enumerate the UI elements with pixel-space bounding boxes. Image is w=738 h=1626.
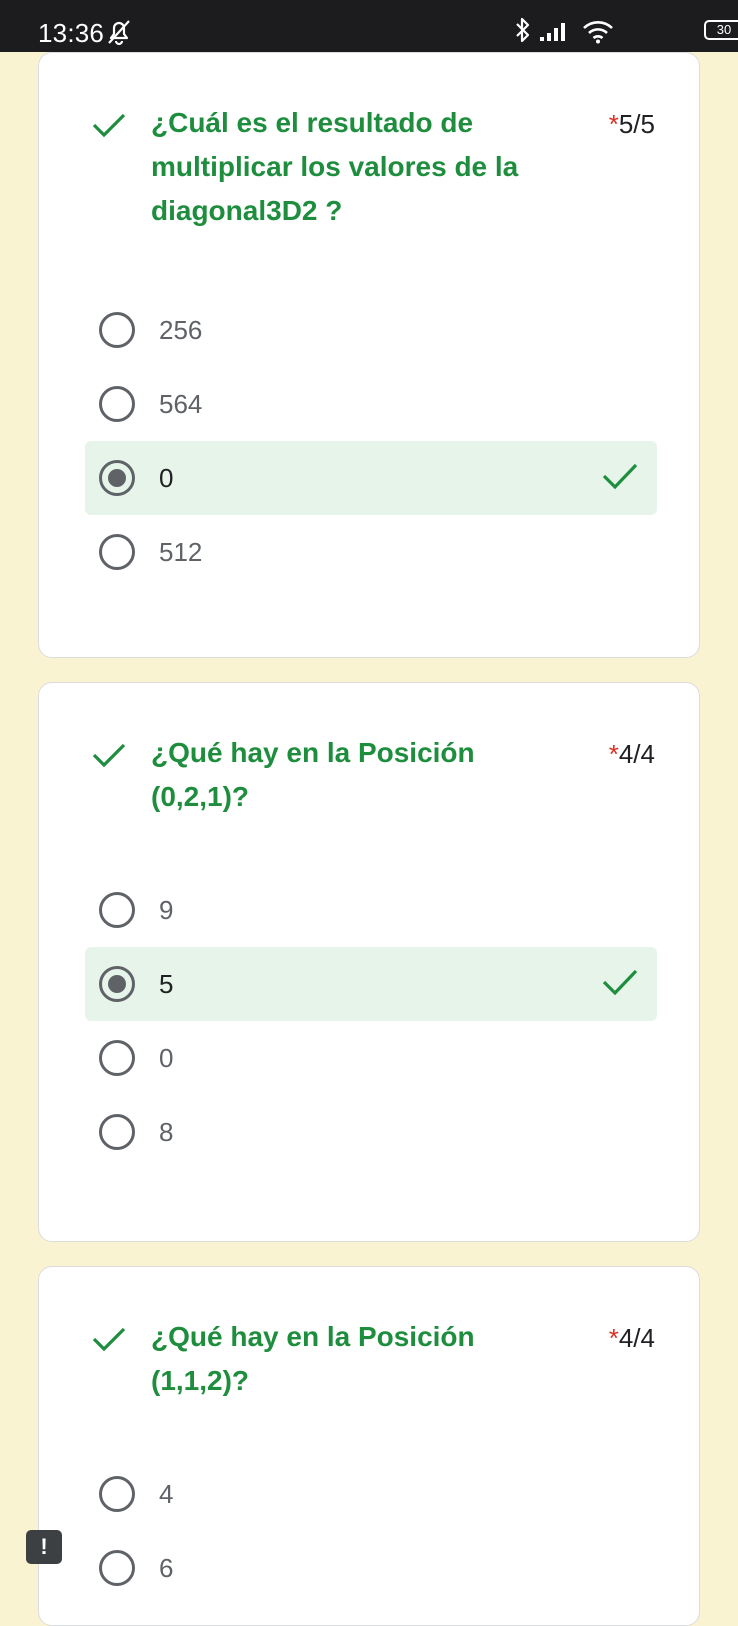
radio-button[interactable] (99, 1550, 135, 1586)
wifi-icon (582, 20, 614, 49)
signal-icon (540, 20, 570, 47)
bell-off-icon (106, 18, 132, 51)
status-time: 13:36 (38, 18, 105, 48)
required-asterisk: * (608, 739, 619, 769)
option-label: 256 (159, 315, 203, 345)
option-0-selected[interactable]: 0 (85, 441, 657, 515)
option-label: 0 (159, 463, 174, 493)
correct-check-icon (91, 111, 127, 144)
correct-check-icon (91, 1325, 127, 1358)
radio-button[interactable] (99, 1114, 135, 1150)
score-value: 4/4 (618, 1323, 655, 1353)
option-4[interactable]: 4 (85, 1457, 657, 1531)
radio-button-checked[interactable] (99, 966, 135, 1002)
radio-button[interactable] (99, 1476, 135, 1512)
option-9[interactable]: 9 (85, 873, 657, 947)
question-card-2: ¿Qué hay en la Posición (0,2,1)? *4/4 9 … (38, 682, 700, 1242)
question-score: *4/4 (609, 739, 655, 770)
question-title: ¿Qué hay en la Posición (1,1,2)? (151, 1321, 475, 1396)
correct-answer-check-icon (601, 461, 639, 496)
option-6[interactable]: 6 (85, 1531, 657, 1605)
radio-button[interactable] (99, 534, 135, 570)
correct-check-icon (91, 741, 127, 774)
radio-button[interactable] (99, 1040, 135, 1076)
report-feedback-button[interactable]: ! (26, 1530, 62, 1564)
question-card-1: ¿Cuál es el resultado de multiplicar los… (38, 52, 700, 658)
option-5-selected[interactable]: 5 (85, 947, 657, 1021)
correct-answer-check-icon (601, 967, 639, 1002)
bluetooth-icon (514, 16, 532, 49)
score-value: 5/5 (618, 109, 655, 139)
battery-level: 30 (704, 20, 738, 40)
option-label: 6 (159, 1553, 174, 1583)
radio-button-checked[interactable] (99, 460, 135, 496)
radio-button[interactable] (99, 892, 135, 928)
option-label: 4 (159, 1479, 174, 1509)
option-8[interactable]: 8 (85, 1095, 657, 1169)
option-label: 0 (159, 1043, 174, 1073)
radio-button[interactable] (99, 386, 135, 422)
question-score: *4/4 (609, 1323, 655, 1354)
question-title: ¿Cuál es el resultado de multiplicar los… (151, 107, 519, 226)
required-asterisk: * (608, 109, 619, 139)
question-card-3: ¿Qué hay en la Posición (1,1,2)? *4/4 4 … (38, 1266, 700, 1626)
option-label: 8 (159, 1117, 174, 1147)
radio-button[interactable] (99, 312, 135, 348)
option-512[interactable]: 512 (85, 515, 657, 589)
question-score: *5/5 (609, 109, 655, 140)
option-label: 9 (159, 895, 174, 925)
option-label: 5 (159, 969, 174, 999)
option-label: 564 (159, 389, 203, 419)
question-title: ¿Qué hay en la Posición (0,2,1)? (151, 737, 475, 812)
option-564[interactable]: 564 (85, 367, 657, 441)
score-value: 4/4 (618, 739, 655, 769)
option-label: 512 (159, 537, 203, 567)
status-bar: 13:36 30 (0, 0, 738, 52)
option-0[interactable]: 0 (85, 1021, 657, 1095)
required-asterisk: * (608, 1323, 619, 1353)
option-256[interactable]: 256 (85, 293, 657, 367)
